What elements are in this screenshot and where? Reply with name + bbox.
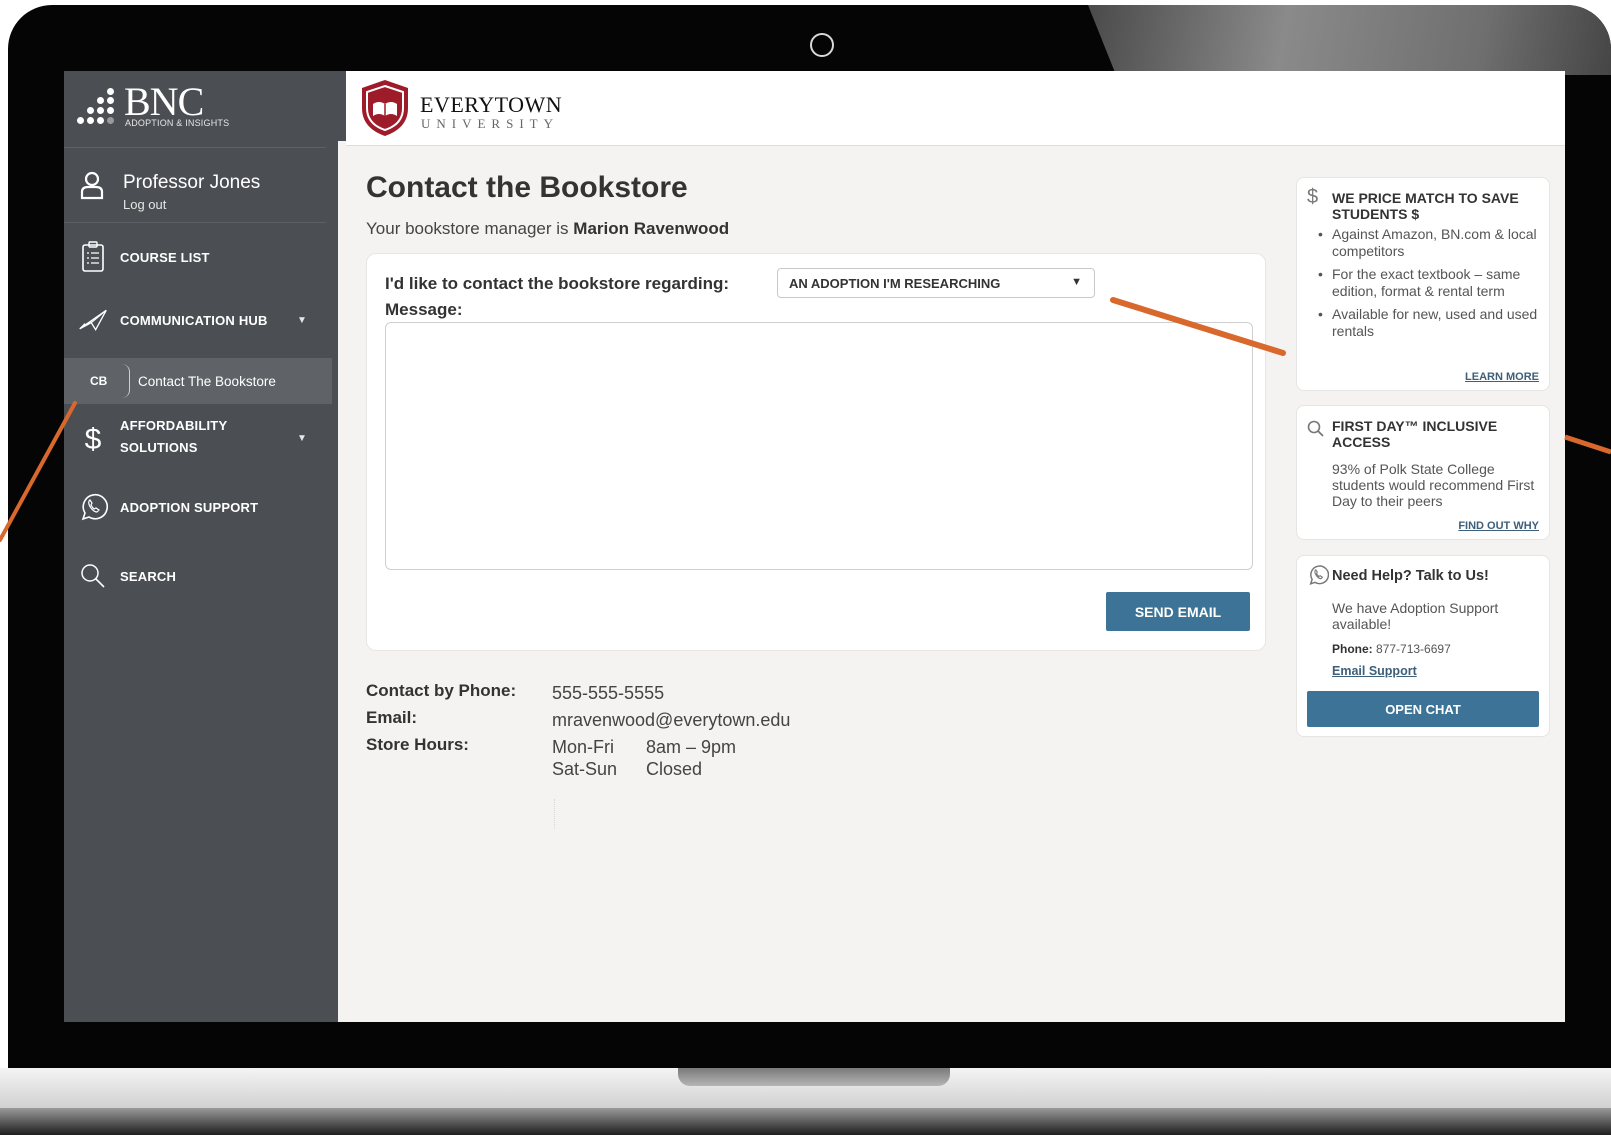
nav-search-label: SEARCH [120, 568, 177, 584]
sidebar: BNC ADOPTION & INSIGHTS Professor Jones … [64, 71, 338, 1022]
paper-plane-icon [78, 304, 108, 336]
nav-affordability-solutions[interactable]: $ AFFORDABILITY SOLUTIONS ▼ [64, 416, 326, 466]
manager-line: Your bookstore manager is Marion Ravenwo… [366, 219, 729, 239]
sub-item-code: CB [90, 374, 108, 388]
phone-bubble-icon [1309, 565, 1329, 585]
nav-affordability-label-2: SOLUTIONS [120, 440, 198, 455]
price-match-list: Against Amazon, BN.com & local competito… [1318, 226, 1542, 346]
hours-label: Store Hours: [366, 735, 469, 754]
manager-prefix: Your bookstore manager is [366, 219, 574, 238]
laptop-notch [678, 1068, 950, 1086]
nav-course-list[interactable]: COURSE LIST [64, 234, 326, 280]
manager-name: Marion Ravenwood [573, 219, 730, 238]
list-item: Against Amazon, BN.com & local competito… [1318, 226, 1542, 260]
sub-item-label: Contact The Bookstore [138, 374, 276, 389]
email-value[interactable]: mravenwood@everytown.edu [552, 710, 790, 731]
help-phone: Phone: 877-713-6697 [1332, 641, 1542, 657]
regarding-dropdown[interactable]: AN ADOPTION I'M RESEARCHING ▼ [777, 268, 1095, 298]
university-shield-logo[interactable] [358, 78, 412, 138]
chevron-down-icon: ▼ [297, 314, 307, 326]
brand-subtitle: ADOPTION & INSIGHTS [125, 118, 230, 128]
help-text: We have Adoption Support available! [1332, 600, 1499, 632]
first-day-title: FIRST DAY™ INCLUSIVE ACCESS [1332, 418, 1498, 450]
dollar-icon: $ [1307, 186, 1319, 208]
university-subtitle: UNIVERSITY [421, 116, 559, 131]
help-phone-value: 877-713-6697 [1376, 642, 1451, 656]
user-name: Professor Jones [123, 172, 261, 193]
first-day-text: 93% of Polk State College students would… [1332, 461, 1535, 509]
contact-form-card: I'd like to contact the bookstore regard… [366, 253, 1266, 651]
search-icon [1307, 420, 1324, 437]
nav-communication-hub-label: COMMUNICATION HUB [120, 312, 268, 328]
nav-affordability-label-1: AFFORDABILITY [120, 418, 228, 433]
user-profile: Professor Jones Log out [64, 147, 326, 223]
nav-course-list-label: COURSE LIST [120, 249, 210, 265]
dollar-icon: $ [84, 423, 102, 456]
price-match-card: $ WE PRICE MATCH TO SAVE STUDENTS $ Agai… [1296, 177, 1550, 391]
nav-adoption-support-label: ADOPTION SUPPORT [120, 499, 259, 515]
app-screen: BNC ADOPTION & INSIGHTS Professor Jones … [64, 71, 1565, 1022]
search-icon [78, 560, 108, 592]
learn-more-link[interactable]: LEARN MORE [1465, 371, 1539, 383]
price-match-title: WE PRICE MATCH TO SAVE STUDENTS $ [1332, 190, 1519, 222]
divider [554, 799, 555, 829]
list-item: Available for new, used and used rentals [1318, 306, 1542, 340]
top-header: EVERYTOWN UNIVERSITY [346, 71, 1565, 146]
laptop-foot [0, 1108, 1611, 1135]
first-day-card: FIRST DAY™ INCLUSIVE ACCESS 93% of Polk … [1296, 405, 1550, 540]
hours-time: 8am – 9pm [646, 737, 737, 757]
chevron-down-icon: ▼ [297, 433, 307, 444]
list-item: For the exact textbook – same edition, f… [1318, 266, 1542, 300]
bezel-glare [1088, 5, 1611, 75]
help-phone-label: Phone: [1332, 642, 1373, 656]
help-title: Need Help? Talk to Us! [1332, 568, 1489, 584]
regarding-dropdown-value: AN ADOPTION I'M RESEARCHING [789, 276, 1001, 291]
nav-contact-the-bookstore[interactable]: CB Contact The Bookstore [64, 358, 332, 404]
send-email-button[interactable]: SEND EMAIL [1106, 592, 1250, 631]
nav-search[interactable]: SEARCH [64, 553, 326, 599]
user-icon [80, 171, 104, 200]
email-support-link[interactable]: Email Support [1332, 663, 1417, 679]
logout-link[interactable]: Log out [123, 197, 166, 212]
regarding-label: I'd like to contact the bookstore regard… [385, 274, 730, 293]
hours-days: Sat-Sun [552, 759, 618, 779]
find-out-why-link[interactable]: FIND OUT WHY [1458, 520, 1539, 532]
chevron-down-icon: ▼ [1071, 276, 1082, 288]
nav-communication-hub[interactable]: COMMUNICATION HUB ▼ [64, 297, 326, 343]
university-name: EVERYTOWN [420, 92, 563, 117]
clipboard-icon [78, 241, 108, 273]
phone-label: Contact by Phone: [366, 681, 517, 700]
hours-time: Closed [646, 759, 703, 779]
email-label: Email: [366, 708, 418, 727]
hours-days: Mon-Fri [552, 737, 614, 757]
sub-item-divider [122, 364, 130, 398]
page-title: Contact the Bookstore [366, 171, 688, 204]
brand-dots-icon [77, 88, 121, 124]
help-card: Need Help? Talk to Us! We have Adoption … [1296, 555, 1550, 737]
message-label: Message: [385, 300, 463, 319]
brand-logo[interactable]: BNC ADOPTION & INSIGHTS [64, 71, 338, 147]
hours-row: Mon-Fri 8am – 9pm [552, 737, 736, 758]
webcam [810, 33, 834, 57]
phone-value: 555-555-5555 [552, 683, 665, 703]
open-chat-button[interactable]: OPEN CHAT [1307, 691, 1539, 727]
hours-row: Sat-Sun Closed [552, 759, 702, 780]
message-textarea[interactable] [385, 322, 1253, 570]
phone-bubble-icon [78, 491, 108, 523]
nav-adoption-support[interactable]: ADOPTION SUPPORT [64, 484, 326, 530]
